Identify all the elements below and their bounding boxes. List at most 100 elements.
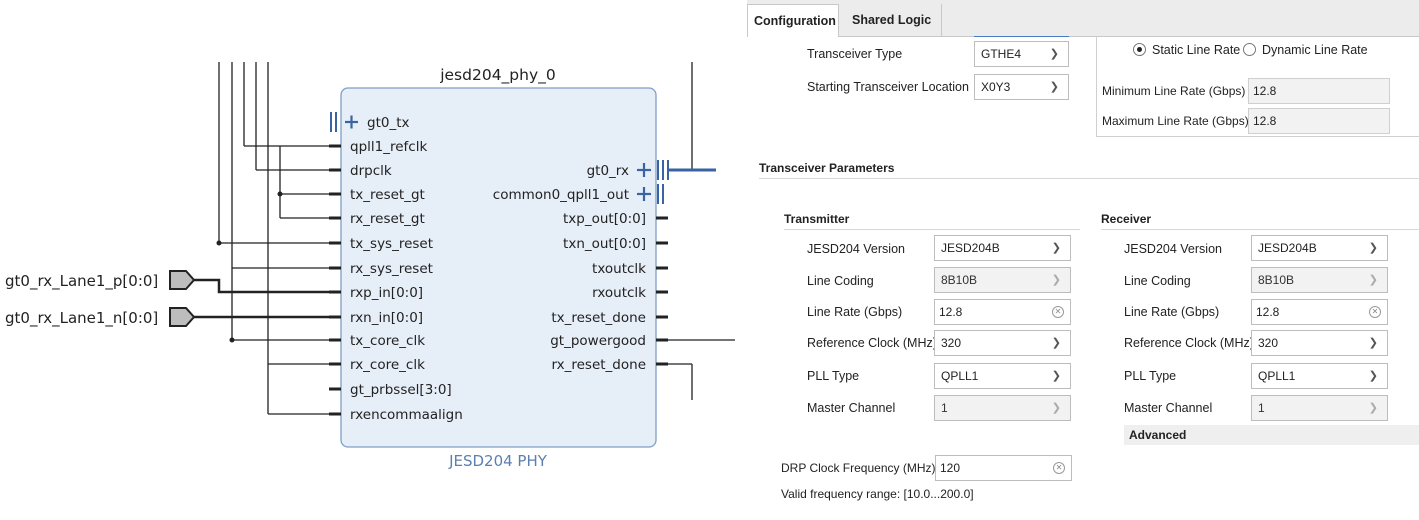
tx-jesd-version-select[interactable]: JESD204B ❯: [934, 235, 1071, 261]
rx-line-rate-label: Line Rate (Gbps): [1124, 305, 1220, 319]
tab-bar: Configuration Shared Logic: [747, 0, 1419, 37]
tx-line-rate-value: 12.8: [939, 305, 963, 319]
port-label: rxp_in[0:0]: [350, 285, 423, 301]
section-divider: [1101, 229, 1419, 230]
rx-jesd-version-value: JESD204B: [1258, 241, 1317, 255]
port-label: txn_out[0:0]: [563, 236, 646, 252]
port-label: drpclk: [350, 163, 392, 179]
tx-pll-type-value: QPLL1: [941, 369, 979, 383]
port-label: tx_reset_done: [551, 310, 646, 326]
tx-master-channel-value: 1: [941, 401, 948, 415]
port-label: gt0_rx: [587, 163, 629, 179]
max-rate-label: Maximum Line Rate (Gbps): [1102, 114, 1249, 128]
dynamic-line-rate-radio[interactable]: [1243, 43, 1256, 56]
port-label: txoutclk: [592, 261, 646, 277]
tab-shared-logic[interactable]: Shared Logic: [846, 4, 942, 36]
max-rate-field[interactable]: 12.8: [1248, 108, 1390, 134]
tx-master-channel-select[interactable]: 1 ❯: [934, 395, 1071, 421]
chevron-down-icon: ❯: [1368, 242, 1378, 254]
rx-ref-clock-label: Reference Clock (MHz): [1124, 336, 1254, 350]
transceiver-type-value: GTHE4: [981, 47, 1022, 61]
chevron-down-icon: ❯: [1051, 274, 1061, 286]
tx-line-coding-select[interactable]: 8B10B ❯: [934, 267, 1071, 293]
transmitter-title: Transmitter: [784, 212, 850, 226]
min-rate-field[interactable]: 12.8: [1248, 78, 1390, 104]
external-input-label: gt0_rx_Lane1_p[0:0]: [5, 272, 158, 291]
rx-master-channel-label: Master Channel: [1124, 401, 1213, 415]
tx-line-coding-value: 8B10B: [941, 273, 978, 287]
port-label: rx_reset_gt: [350, 211, 425, 227]
rx-pll-type-label: PLL Type: [1124, 369, 1177, 383]
junction-dots: [216, 191, 283, 343]
drp-clock-field[interactable]: 120 ✕: [935, 455, 1072, 481]
transceiver-type-select[interactable]: GTHE4 ❯: [974, 41, 1069, 67]
rx-master-channel-select[interactable]: 1 ❯: [1251, 395, 1388, 421]
dynamic-line-rate-label: Dynamic Line Rate: [1262, 43, 1368, 57]
tx-pll-type-label: PLL Type: [807, 369, 860, 383]
chevron-down-icon: ❯: [1368, 370, 1378, 382]
tx-pll-type-select[interactable]: QPLL1 ❯: [934, 363, 1071, 389]
tx-master-channel-label: Master Channel: [807, 401, 896, 415]
port-label: rx_sys_reset: [350, 261, 433, 277]
port-label: gt_powergood: [550, 333, 646, 349]
rx-ref-clock-select[interactable]: 320 ❯: [1251, 330, 1388, 356]
section-divider: [759, 178, 1419, 179]
clear-circle-icon[interactable]: ✕: [1052, 306, 1064, 318]
chevron-down-icon: ❯: [1049, 81, 1059, 93]
chevron-down-icon: ❯: [1051, 242, 1061, 254]
drp-clock-value: 120: [940, 461, 961, 475]
port-label: rxn_in[0:0]: [350, 310, 423, 326]
port-label: gt0_tx: [367, 115, 409, 131]
rx-pll-type-select[interactable]: QPLL1 ❯: [1251, 363, 1388, 389]
port-label: tx_sys_reset: [350, 236, 433, 252]
external-input-label: gt0_rx_Lane1_n[0:0]: [5, 309, 158, 328]
pane-divider: [735, 0, 747, 520]
block-caption: JESD204 PHY: [448, 452, 548, 470]
clear-circle-icon[interactable]: ✕: [1369, 306, 1381, 318]
tx-jesd-version-value: JESD204B: [941, 241, 1000, 255]
port-label: tx_core_clk: [350, 333, 425, 349]
receiver-title: Receiver: [1101, 212, 1152, 226]
tab-configuration[interactable]: Configuration: [747, 4, 839, 37]
static-line-rate-radio[interactable]: [1133, 43, 1146, 56]
rx-line-coding-select[interactable]: 8B10B ❯: [1251, 267, 1388, 293]
chevron-down-icon: ❯: [1368, 274, 1378, 286]
left-port-stubs: [329, 144, 341, 416]
drp-clock-label: DRP Clock Frequency (MHz): [781, 461, 936, 475]
clear-circle-icon[interactable]: ✕: [1053, 462, 1065, 474]
block-diagram-svg: gt0_rx_Lane1_p[0:0] gt0_rx_Lane1_n[0:0] …: [5, 62, 735, 470]
transceiver-type-label: Transceiver Type: [807, 47, 903, 61]
chevron-down-icon: ❯: [1049, 48, 1059, 60]
drp-range-hint: Valid frequency range: [10.0...200.0]: [781, 487, 974, 501]
advanced-section-header[interactable]: Advanced: [1124, 425, 1419, 445]
chevron-down-icon: ❯: [1051, 402, 1061, 414]
start-location-label: Starting Transceiver Location: [807, 80, 969, 94]
block-diagram-canvas[interactable]: gt0_rx_Lane1_p[0:0] gt0_rx_Lane1_n[0:0] …: [0, 0, 735, 520]
block-title: jesd204_phy_0: [439, 66, 556, 85]
port-label: rxencommaalign: [350, 407, 463, 423]
chevron-down-icon: ❯: [1051, 337, 1061, 349]
tx-line-rate-field[interactable]: 12.8 ✕: [934, 299, 1071, 325]
rx-jesd-version-select[interactable]: JESD204B ❯: [1251, 235, 1388, 261]
tx-line-rate-label: Line Rate (Gbps): [807, 305, 903, 319]
tx-ref-clock-select[interactable]: 320 ❯: [934, 330, 1071, 356]
port-label: rxoutclk: [592, 285, 646, 301]
start-location-select[interactable]: X0Y3 ❯: [974, 74, 1069, 100]
section-divider: [784, 229, 1080, 230]
rx-line-rate-field[interactable]: 12.8 ✕: [1251, 299, 1388, 325]
chevron-down-icon: ❯: [1051, 370, 1061, 382]
port-label: qpll1_refclk: [350, 139, 427, 155]
rx-master-channel-value: 1: [1258, 401, 1265, 415]
port-label: tx_reset_gt: [350, 187, 425, 203]
configuration-panel: Configuration Shared Logic Transceiver T…: [747, 0, 1419, 520]
start-location-value: X0Y3: [981, 80, 1011, 94]
port-label: rx_core_clk: [350, 357, 425, 373]
tx-ref-clock-value: 320: [941, 336, 962, 350]
tx-jesd-version-label: JESD204 Version: [807, 242, 905, 256]
port-label: txp_out[0:0]: [563, 211, 646, 227]
focus-underline: [974, 36, 1069, 37]
tx-ref-clock-label: Reference Clock (MHz): [807, 336, 937, 350]
chevron-down-icon: ❯: [1368, 337, 1378, 349]
rx-line-coding-value: 8B10B: [1258, 273, 1295, 287]
tx-line-coding-label: Line Coding: [807, 274, 874, 288]
